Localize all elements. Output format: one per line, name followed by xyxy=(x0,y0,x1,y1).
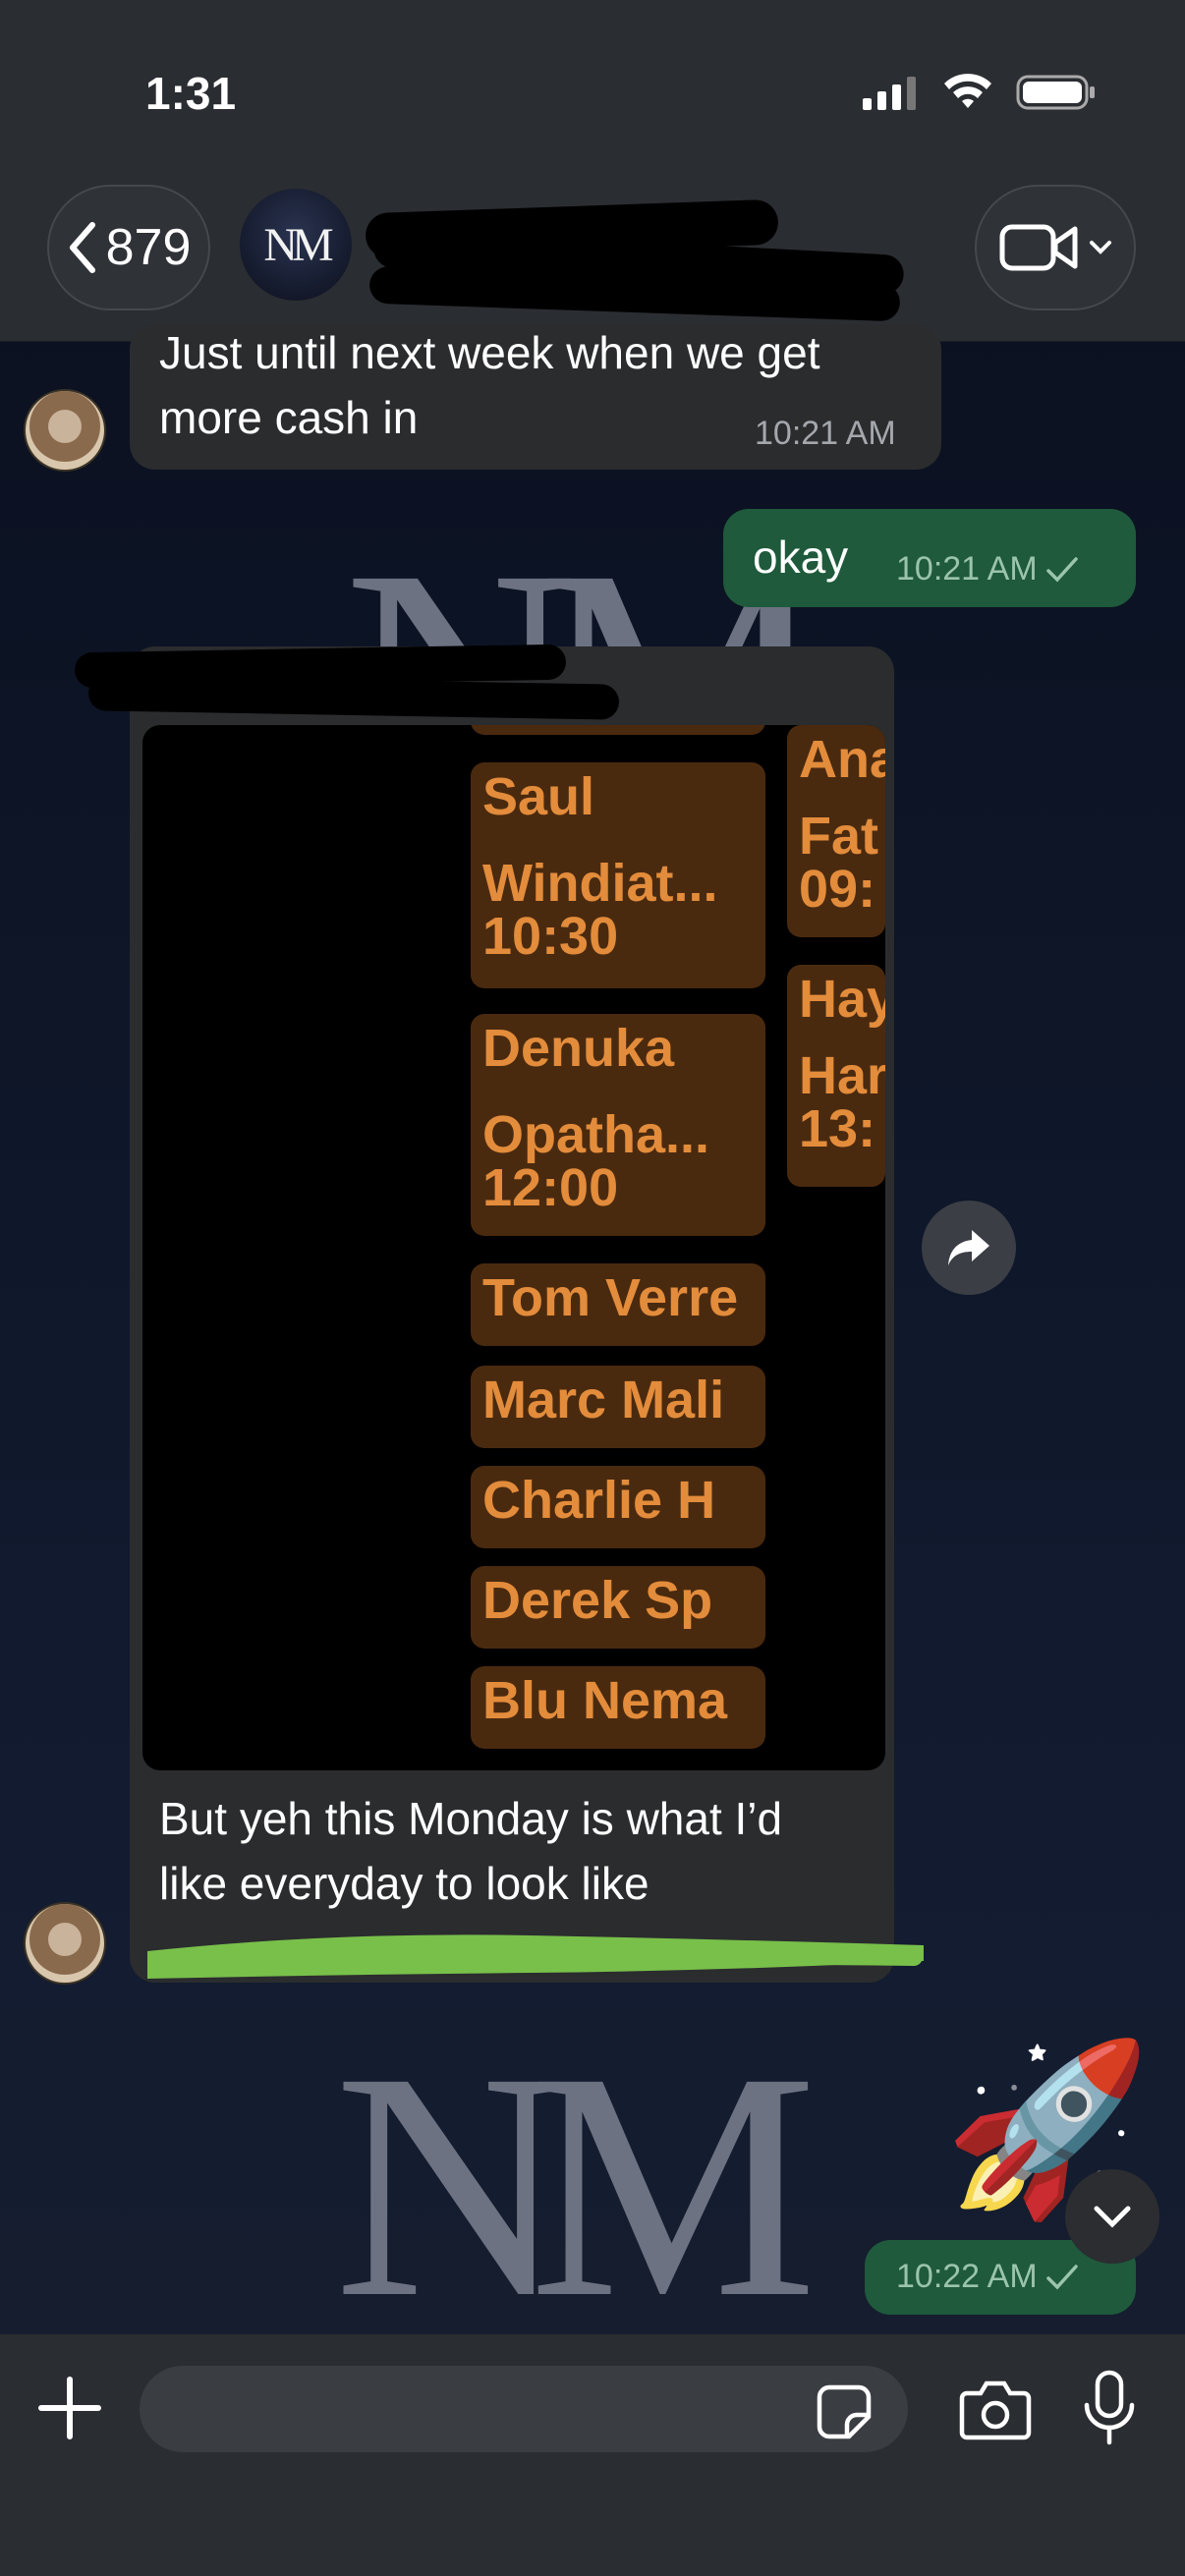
schedule-card: Ana Fat 09: xyxy=(787,725,885,937)
schedule-card: Hay Har 13: xyxy=(787,965,885,1187)
status-time: 1:31 xyxy=(145,68,237,119)
status-icons xyxy=(861,73,1097,112)
sender-avatar[interactable] xyxy=(24,1902,106,1985)
shared-photo[interactable]: Saul Windiat... 10:30 Denuka Opatha... 1… xyxy=(142,725,885,1770)
battery-icon xyxy=(1016,75,1095,110)
message-input[interactable] xyxy=(140,2366,908,2452)
contact-avatar[interactable]: NM xyxy=(240,189,352,301)
checkmark-icon xyxy=(1045,556,1078,583)
video-call-button[interactable] xyxy=(975,185,1136,310)
checkmark-icon xyxy=(1045,2264,1078,2290)
forward-button[interactable] xyxy=(922,1201,1016,1295)
green-redaction-scribble xyxy=(147,1934,924,1979)
chat-header: 879 NM xyxy=(0,177,1185,342)
message-timestamp: 10:22 AM xyxy=(896,2258,1079,2296)
cellular-signal-icon xyxy=(863,77,916,110)
camera-icon[interactable] xyxy=(959,2378,1032,2440)
video-camera-icon xyxy=(999,224,1078,271)
schedule-card: Charlie H xyxy=(471,1466,765,1548)
message-bubble-incoming[interactable]: Just until next week when we get more ca… xyxy=(130,324,941,470)
back-button[interactable]: 879 xyxy=(47,185,210,310)
message-text: Just until next week when we get more ca… xyxy=(159,327,820,443)
message-timestamp: 10:21 AM xyxy=(896,550,1079,588)
status-bar: 1:31 xyxy=(0,0,1185,177)
wifi-icon xyxy=(944,74,991,108)
chevron-down-icon xyxy=(1094,2206,1131,2228)
schedule-card xyxy=(471,725,765,735)
scroll-to-bottom-button[interactable] xyxy=(1065,2169,1159,2264)
composer-bar xyxy=(0,2334,1185,2576)
watermark-logo-bottom: NM xyxy=(334,2006,818,2365)
sender-avatar[interactable] xyxy=(24,389,106,472)
sticker-icon[interactable] xyxy=(816,2383,873,2440)
schedule-card: Saul Windiat... 10:30 xyxy=(471,762,765,988)
image-caption: But yeh this Monday is what I’d like eve… xyxy=(159,1793,783,1909)
message-text: okay xyxy=(753,532,849,583)
plus-icon[interactable] xyxy=(35,2374,104,2442)
schedule-card: Derek Sp xyxy=(471,1566,765,1649)
message-timestamp: 10:21 AM xyxy=(755,415,896,452)
chevron-down-icon xyxy=(1090,241,1111,254)
schedule-card: Tom Verre xyxy=(471,1263,765,1346)
microphone-icon[interactable] xyxy=(1081,2370,1138,2448)
chevron-left-icon xyxy=(69,222,95,273)
schedule-card: Blu Nema xyxy=(471,1666,765,1749)
schedule-card: Denuka Opatha... 12:00 xyxy=(471,1014,765,1236)
message-bubble-outgoing[interactable]: okay 10:21 AM xyxy=(723,509,1136,607)
schedule-card: Marc Mali xyxy=(471,1366,765,1448)
unread-count: 879 xyxy=(105,219,192,276)
share-arrow-icon xyxy=(948,1230,989,1265)
